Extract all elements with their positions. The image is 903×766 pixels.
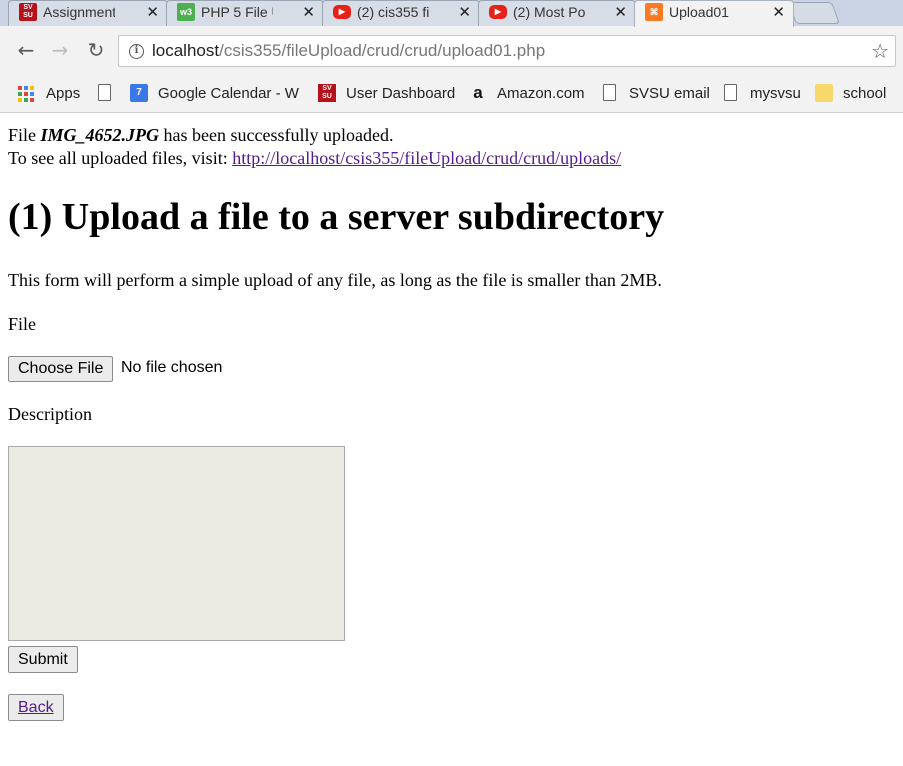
close-icon[interactable]: ✕ [772,3,785,21]
tab-title: (2) Most Pop [513,4,585,20]
back-button[interactable]: Back [8,694,64,721]
tab-title: Assignments [43,4,115,20]
bookmark-label: Google Calendar - W [158,85,299,102]
choose-file-button[interactable]: Choose File [8,356,114,382]
upload-status-message: File IMG_4652.JPG has been successfully … [8,125,622,168]
tab-youtube-most-popular[interactable]: ▶ (2) Most Pop ✕ [478,0,636,26]
close-icon[interactable]: ✕ [458,3,471,21]
new-tab-button[interactable] [787,2,841,24]
bookmarks-bar: Apps 7 Google Calendar - W SV SU User Das… [0,76,903,113]
bookmark-label: Amazon.com [497,85,585,102]
bookmark-label: mysvsu [750,85,801,102]
tab-assignments[interactable]: SVSU Assignments ✕ [8,0,168,26]
svsu-icon: SV SU [318,84,336,102]
reload-icon[interactable]: ↻ [84,38,108,62]
tab-title: Upload01 [669,4,729,20]
w3schools-favicon-icon: w3 [177,3,195,21]
tab-youtube-cis355[interactable]: ▶ (2) cis355 fil ✕ [322,0,480,26]
forward-arrow-icon[interactable]: → [48,38,72,62]
toolbar: ← → ↻ i localhost/csis355/fileUpload/cru… [0,26,903,76]
bookmark-label: SVSU email [629,85,710,102]
tab-upload01[interactable]: ⌘ Upload01 ✕ [634,0,794,27]
page-icon [98,84,111,101]
bookmark-label: school [843,85,887,102]
tab-strip: SVSU Assignments ✕ w3 PHP 5 File U ✕ ▶ (… [0,0,903,27]
close-icon[interactable]: ✕ [146,3,159,21]
page-icon [603,84,616,101]
form-description: This form will perform a simple upload o… [8,270,662,290]
description-label: Description [8,404,92,424]
page-title: (1) Upload a file to a server subdirecto… [8,196,665,238]
tab-php-file-upload[interactable]: w3 PHP 5 File U ✕ [166,0,324,26]
address-bar[interactable]: i localhost/csis355/fileUpload/crud/crud… [118,35,896,67]
bookmark-label: User Dashboard [346,85,456,102]
no-file-chosen-text: No file chosen [121,359,223,376]
xampp-favicon-icon: ⌘ [645,3,663,21]
youtube-favicon-icon: ▶ [489,5,507,19]
url-text[interactable]: localhost/csis355/fileUpload/crud/crud/u… [152,41,545,61]
page-icon [724,84,737,101]
uploaded-filename: IMG_4652.JPG [40,125,160,145]
apps-icon [16,84,34,102]
calendar-icon: 7 [130,84,148,102]
amazon-icon: a [473,83,483,102]
back-link[interactable]: Back [18,699,54,716]
folder-icon [815,84,833,102]
file-label: File [8,314,37,334]
page-content: File IMG_4652.JPG has been successfully … [0,114,903,766]
info-icon[interactable]: i [129,44,144,59]
bookmark-star-icon[interactable]: ☆ [871,39,889,63]
description-textarea[interactable] [8,446,345,641]
tab-title: PHP 5 File U [201,4,273,20]
bookmark-blank-page[interactable] [96,82,116,106]
back-arrow-icon[interactable]: ← [14,38,38,62]
tab-title: (2) cis355 fil [357,4,429,20]
uploads-link[interactable]: http://localhost/csis355/fileUpload/crud… [232,148,621,168]
bookmark-label: Apps [46,85,81,102]
close-icon[interactable]: ✕ [302,3,315,21]
svsu-favicon-icon: SV SU [19,3,37,21]
submit-button[interactable]: Submit [8,646,78,673]
youtube-favicon-icon: ▶ [333,5,351,19]
close-icon[interactable]: ✕ [614,3,627,21]
